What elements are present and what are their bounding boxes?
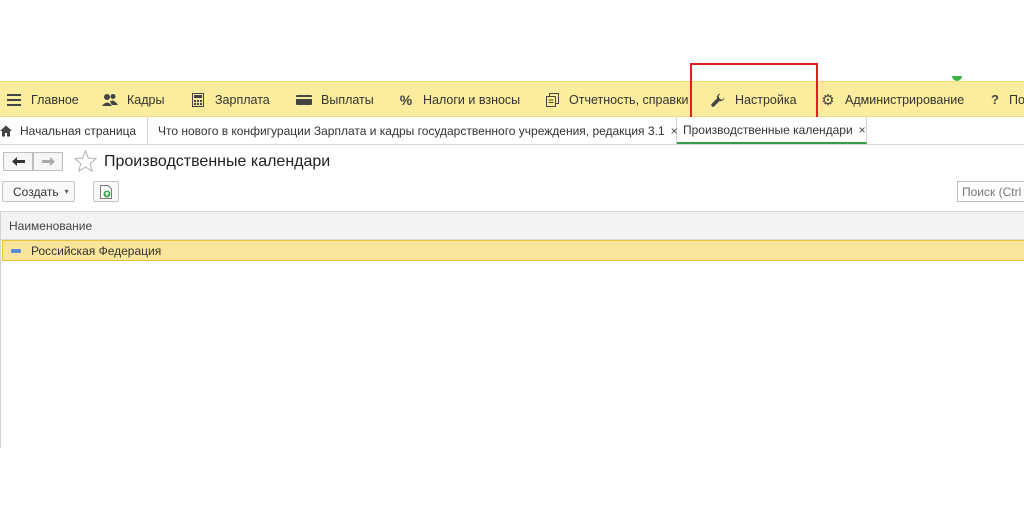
section-label: По <box>1009 92 1024 107</box>
section-administration[interactable]: ⚙ Администрирование <box>820 82 965 116</box>
favorite-star-icon[interactable] <box>73 149 98 175</box>
table-row[interactable]: Российская Федерация <box>2 240 1024 261</box>
tab-label: Что нового в конфигурации Зарплата и кад… <box>158 123 665 138</box>
tab-whats-new[interactable]: Что нового в конфигурации Зарплата и кад… <box>148 117 678 144</box>
section-taxes[interactable]: % Налоги и взносы <box>398 82 521 116</box>
percent-icon: % <box>399 91 413 108</box>
section-hr[interactable]: Кадры <box>102 82 165 116</box>
create-button[interactable]: Создать ▾ <box>2 181 75 202</box>
section-label: Налоги и взносы <box>423 92 521 107</box>
section-label: Выплаты <box>321 92 374 107</box>
row-name: Российская Федерация <box>31 243 162 258</box>
section-main[interactable]: Главное <box>6 82 79 116</box>
section-help[interactable]: ? По <box>987 82 1024 116</box>
chevron-down-icon: ▾ <box>64 187 69 196</box>
section-payments[interactable]: Выплаты <box>296 82 374 116</box>
sections-panel: Главное Кадры Зарплата Выплаты % Налоги … <box>0 81 1024 117</box>
section-label: Администрирование <box>845 92 965 107</box>
search-input[interactable] <box>957 181 1024 202</box>
wrench-icon <box>710 92 726 108</box>
tab-bar: Начальная страница Что нового в конфигур… <box>0 117 1024 145</box>
section-settings[interactable]: Настройка <box>710 82 797 116</box>
section-label: Главное <box>31 92 79 107</box>
section-label: Зарплата <box>215 92 270 107</box>
section-reports[interactable]: Отчетность, справки <box>544 82 689 116</box>
documents-icon <box>544 92 560 108</box>
arrow-left-icon <box>11 157 25 166</box>
page-title: Производственные календари <box>104 153 331 170</box>
column-header-name[interactable]: Наименование <box>1 212 1024 240</box>
section-label: Кадры <box>127 92 165 107</box>
calculator-icon <box>190 92 206 108</box>
section-salary[interactable]: Зарплата <box>190 82 270 116</box>
tab-label: Начальная страница <box>20 123 137 138</box>
people-icon <box>102 92 118 108</box>
create-button-label: Создать <box>13 184 59 199</box>
hamburger-menu-icon <box>6 92 22 108</box>
section-label: Настройка <box>735 92 797 107</box>
gear-icon: ⚙ <box>821 91 835 109</box>
section-label: Отчетность, справки <box>569 92 689 107</box>
arrow-right-icon <box>41 157 55 166</box>
home-icon <box>0 125 12 137</box>
wallet-icon <box>296 92 312 108</box>
forward-button[interactable] <box>33 152 63 171</box>
back-button[interactable] <box>3 152 33 171</box>
export-document-icon <box>100 184 112 199</box>
help-icon: ? <box>991 92 999 107</box>
tab-home[interactable]: Начальная страница <box>0 117 148 144</box>
calendars-table: Наименование Российская Федерация <box>0 211 1024 448</box>
collapse-icon[interactable] <box>11 248 21 253</box>
column-header-label: Наименование <box>9 218 93 233</box>
tab-production-calendars[interactable]: Производственные календари × <box>677 117 867 144</box>
tab-label: Производственные календари <box>683 122 853 137</box>
close-icon[interactable]: × <box>859 123 866 137</box>
export-button[interactable] <box>93 181 119 202</box>
